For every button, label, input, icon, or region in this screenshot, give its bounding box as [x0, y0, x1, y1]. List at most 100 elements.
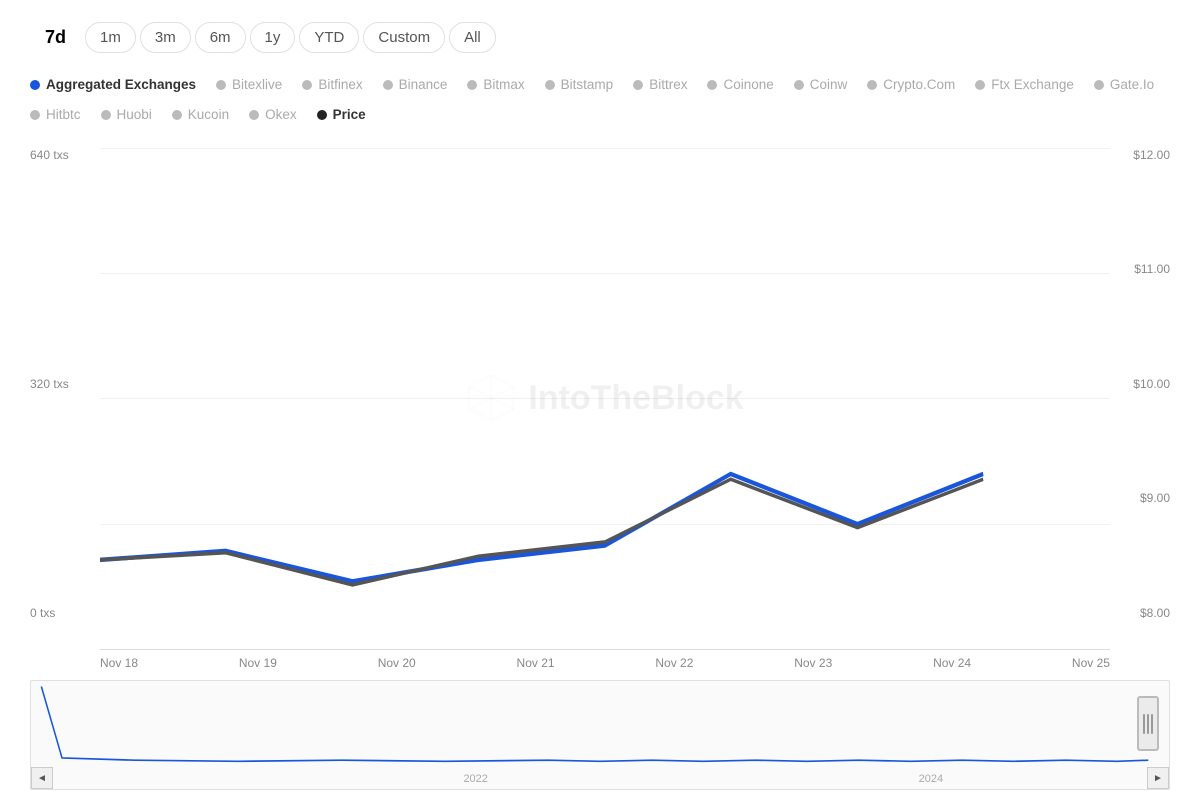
y-axis-right-label: $11.00	[1110, 262, 1170, 276]
legend-label: Bitexlive	[232, 73, 282, 97]
blue-line	[100, 474, 983, 581]
scroll-line-3	[1151, 714, 1153, 734]
y-axis-right: $12.00 $11.00 $10.00 $9.00 $8.00	[1110, 148, 1170, 650]
legend-dot	[216, 80, 226, 90]
mini-scroll-handle[interactable]	[1137, 696, 1159, 751]
mini-chart: 2022 2024 ◄ ►	[30, 680, 1170, 790]
time-btn-ytd[interactable]: YTD	[299, 22, 359, 53]
mini-chart-inner	[31, 681, 1169, 769]
legend-dot	[975, 80, 985, 90]
x-axis-label: Nov 21	[517, 656, 555, 670]
time-btn-all[interactable]: All	[449, 22, 496, 53]
legend-dot	[383, 80, 393, 90]
legend-item-huobi[interactable]: Huobi	[101, 103, 152, 127]
legend-label: Bitmax	[483, 73, 524, 97]
legend-item-bitfinex[interactable]: Bitfinex	[302, 73, 362, 97]
legend-label: Bitstamp	[561, 73, 614, 97]
legend-dot	[794, 80, 804, 90]
y-axis-right-label: $8.00	[1110, 606, 1170, 620]
x-axis-label: Nov 18	[100, 656, 138, 670]
legend-dot	[172, 110, 182, 120]
time-btn-3m[interactable]: 3m	[140, 22, 191, 53]
legend-item-hitbtc[interactable]: Hitbtc	[30, 103, 81, 127]
main-chart: IntoTheBlock	[100, 148, 1110, 650]
y-axis-right-label: $9.00	[1110, 491, 1170, 505]
y-axis-left-label: 640 txs	[30, 148, 100, 162]
legend-label: Bitfinex	[318, 73, 362, 97]
x-axis-label: Nov 20	[378, 656, 416, 670]
main-container: 7d1m3m6m1yYTDCustomAll Aggregated Exchan…	[0, 0, 1200, 800]
main-chart-wrapper: 640 txs 320 txs 0 txs IntoTheBlock	[30, 148, 1170, 650]
y-axis-left: 640 txs 320 txs 0 txs	[30, 148, 100, 650]
legend-item-binance[interactable]: Binance	[383, 73, 448, 97]
legend-label: Price	[333, 103, 366, 127]
legend-dot	[467, 80, 477, 90]
legend-dot	[101, 110, 111, 120]
time-btn-1y[interactable]: 1y	[250, 22, 296, 53]
time-btn-custom[interactable]: Custom	[363, 22, 445, 53]
x-axis: Nov 18 Nov 19 Nov 20 Nov 21 Nov 22 Nov 23 Nov …	[100, 650, 1110, 670]
legend-label: Gate.Io	[1110, 73, 1154, 97]
chart-legend: Aggregated Exchanges Bitexlive Bitfinex Bin…	[30, 73, 1170, 128]
legend-label: Bittrex	[649, 73, 687, 97]
legend-label: Aggregated Exchanges	[46, 73, 196, 97]
x-axis-label: Nov 22	[655, 656, 693, 670]
gray-line	[100, 479, 983, 585]
legend-label: Binance	[399, 73, 448, 97]
legend-dot	[867, 80, 877, 90]
legend-item-gateio[interactable]: Gate.Io	[1094, 73, 1154, 97]
legend-item-bitexlive[interactable]: Bitexlive	[216, 73, 282, 97]
scroll-line-1	[1143, 714, 1145, 734]
legend-dot	[30, 110, 40, 120]
legend-label: Coinw	[810, 73, 848, 97]
legend-dot	[302, 80, 312, 90]
chart-area: 640 txs 320 txs 0 txs IntoTheBlock	[30, 148, 1170, 790]
legend-item-bitmax[interactable]: Bitmax	[467, 73, 524, 97]
mini-chart-svg	[31, 681, 1169, 769]
x-axis-label: Nov 23	[794, 656, 832, 670]
legend-label: Hitbtc	[46, 103, 81, 127]
legend-item-bittrex[interactable]: Bittrex	[633, 73, 687, 97]
y-axis-left-label: 320 txs	[30, 377, 100, 391]
legend-item-coinone[interactable]: Coinone	[707, 73, 773, 97]
legend-dot	[633, 80, 643, 90]
legend-item-okex[interactable]: Okex	[249, 103, 297, 127]
time-btn-1m[interactable]: 1m	[85, 22, 136, 53]
y-axis-right-label: $10.00	[1110, 377, 1170, 391]
legend-dot	[545, 80, 555, 90]
mini-year-2024: 2024	[919, 773, 943, 785]
y-axis-left-label: 0 txs	[30, 606, 100, 620]
x-axis-label: Nov 24	[933, 656, 971, 670]
chart-svg	[100, 148, 1110, 649]
legend-label: Coinone	[723, 73, 773, 97]
mini-scroll-lines	[1143, 714, 1153, 734]
time-btn-7d[interactable]: 7d	[30, 20, 81, 55]
legend-item-aggregated-exchanges[interactable]: Aggregated Exchanges	[30, 73, 196, 97]
legend-label: Crypto.Com	[883, 73, 955, 97]
legend-item-coinw[interactable]: Coinw	[794, 73, 848, 97]
mini-year-2022: 2022	[463, 773, 487, 785]
x-axis-label: Nov 25	[1072, 656, 1110, 670]
legend-label: Huobi	[117, 103, 152, 127]
legend-item-bitstamp[interactable]: Bitstamp	[545, 73, 614, 97]
legend-item-kucoin[interactable]: Kucoin	[172, 103, 229, 127]
legend-dot	[1094, 80, 1104, 90]
legend-item-cryptocom[interactable]: Crypto.Com	[867, 73, 955, 97]
legend-label: Okex	[265, 103, 297, 127]
mini-blue-line	[41, 687, 1148, 762]
scroll-line-2	[1147, 714, 1149, 734]
x-axis-label: Nov 19	[239, 656, 277, 670]
legend-dot	[707, 80, 717, 90]
time-range-selector: 7d1m3m6m1yYTDCustomAll	[30, 20, 1170, 55]
mini-nav-right-button[interactable]: ►	[1147, 767, 1169, 789]
legend-label: Kucoin	[188, 103, 229, 127]
time-btn-6m[interactable]: 6m	[195, 22, 246, 53]
y-axis-right-label: $12.00	[1110, 148, 1170, 162]
legend-dot	[317, 110, 327, 120]
legend-dot	[249, 110, 259, 120]
mini-nav-left-button[interactable]: ◄	[31, 767, 53, 789]
legend-item-price[interactable]: Price	[317, 103, 366, 127]
legend-dot	[30, 80, 40, 90]
legend-item-ftx-exchange[interactable]: Ftx Exchange	[975, 73, 1074, 97]
legend-label: Ftx Exchange	[991, 73, 1074, 97]
